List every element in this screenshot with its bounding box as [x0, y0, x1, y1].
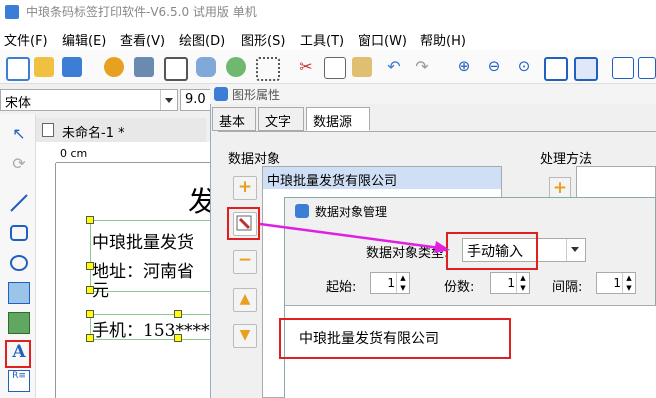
menu-view[interactable]: 查看(V) — [120, 30, 165, 49]
interval-spinner[interactable]: 1 ▲ ▼ — [596, 272, 636, 294]
properties-title: 图形属性 — [232, 88, 281, 102]
resize-handle[interactable] — [86, 216, 94, 224]
grid-icon[interactable] — [256, 57, 280, 81]
resize-handle[interactable] — [86, 286, 94, 294]
database-settings-icon[interactable] — [226, 57, 246, 77]
edit-button-highlight — [227, 207, 260, 240]
undo-icon[interactable]: ↶ — [384, 57, 404, 77]
copies-label: 份数: — [444, 280, 475, 295]
start-label: 起始: — [326, 280, 357, 295]
horizontal-ruler: 0 cm — [56, 145, 212, 163]
window-title: 中琅条码标签打印软件-V6.5.0 试用版 单机 — [26, 5, 257, 19]
text-tool-highlight — [5, 340, 31, 368]
group-icon[interactable] — [612, 57, 634, 79]
zoom-width-icon[interactable] — [574, 57, 598, 81]
cut-icon[interactable]: ✂ — [296, 57, 316, 77]
menu-file[interactable]: 文件(F) — [4, 30, 48, 49]
main-toolbar: ✂ ↶ ↷ ⊕ ⊖ ⊙ — [0, 50, 656, 84]
ungroup-icon[interactable] — [638, 57, 656, 79]
font-name-select[interactable]: 宋体 — [0, 89, 178, 111]
resize-handle[interactable] — [174, 334, 182, 342]
menu-window[interactable]: 窗口(W) — [358, 30, 407, 49]
move-down-icon[interactable]: ▼ — [233, 324, 257, 348]
label-address-wrap-text: 元 — [92, 281, 109, 301]
tab-basic[interactable]: 基本 — [212, 107, 256, 131]
font-size-value: 9.0 — [185, 92, 206, 107]
add-method-icon[interactable]: + — [549, 177, 571, 199]
save-icon[interactable] — [62, 57, 82, 77]
data-object-label: 数据对象 — [228, 152, 281, 167]
resize-handle[interactable] — [86, 310, 94, 318]
print-icon[interactable] — [134, 57, 154, 77]
data-object-type-label: 数据对象类型: — [366, 246, 449, 261]
type-select-highlight — [446, 232, 538, 270]
remove-data-object-icon[interactable]: − — [233, 250, 257, 274]
dialog-icon — [295, 204, 309, 218]
settings-icon[interactable] — [104, 57, 124, 77]
interval-label: 间隔: — [552, 280, 583, 295]
spinner-arrows-icon[interactable]: ▲ ▼ — [622, 273, 635, 293]
spinner-arrows-icon[interactable]: ▲ ▼ — [516, 273, 529, 293]
label-phone-text[interactable]: 手机：153**** — [92, 316, 209, 341]
ruler-zero-label: 0 cm — [60, 147, 88, 160]
line-tool-icon[interactable] — [8, 192, 30, 214]
interval-value: 1 — [613, 276, 621, 290]
list-item[interactable]: 中琅批量发货有限公司 — [263, 167, 501, 189]
rotate-icon[interactable]: ⟳ — [8, 154, 30, 176]
document-tab[interactable]: 未命名-1 * — [36, 118, 206, 142]
select-pointer-icon[interactable]: ↖ — [8, 124, 30, 146]
rectangle-tool-icon[interactable] — [8, 222, 30, 244]
label-company-text[interactable]: 中琅批量发货 — [92, 228, 194, 253]
app-icon — [5, 5, 19, 19]
chevron-down-icon[interactable] — [160, 90, 177, 110]
list-item-label: 中琅批量发货有限公司 — [267, 174, 398, 189]
chevron-down-icon[interactable] — [566, 239, 585, 261]
menu-help[interactable]: 帮助(H) — [420, 30, 466, 49]
zoom-in-icon[interactable]: ⊕ — [454, 57, 474, 77]
image-tool-icon[interactable] — [8, 282, 30, 304]
resize-handle[interactable] — [86, 334, 94, 342]
picture-tool-icon[interactable] — [8, 312, 30, 334]
content-highlight — [279, 318, 511, 359]
rich-text-tool-icon[interactable]: R≡ — [8, 370, 30, 392]
properties-icon — [214, 87, 228, 101]
font-size-select[interactable]: 9.0 — [180, 89, 210, 111]
resize-handle[interactable] — [86, 262, 94, 270]
start-spinner[interactable]: 1 ▲ ▼ — [370, 272, 410, 294]
title-bar: 中琅条码标签打印软件-V6.5.0 试用版 单机 — [0, 0, 656, 26]
menu-tools[interactable]: 工具(T) — [300, 30, 344, 49]
document-tab-label: 未命名-1 * — [62, 126, 125, 141]
document-icon — [42, 123, 54, 137]
menu-bar: 文件(F) 编辑(E) 查看(V) 绘图(D) 图形(S) 工具(T) 窗口(W… — [0, 26, 656, 50]
tab-text[interactable]: 文字 — [258, 107, 304, 131]
menu-edit[interactable]: 编辑(E) — [62, 30, 106, 49]
database-icon[interactable] — [196, 57, 216, 77]
method-label: 处理方法 — [540, 152, 593, 167]
spinner-arrows-icon[interactable]: ▲ ▼ — [396, 273, 409, 293]
copies-spinner[interactable]: 1 ▲ ▼ — [490, 272, 530, 294]
copies-value: 1 — [507, 276, 515, 290]
paste-icon[interactable] — [352, 57, 372, 77]
print-preview-icon[interactable] — [164, 57, 188, 81]
tab-data-source[interactable]: 数据源 — [306, 107, 370, 131]
open-icon[interactable] — [34, 57, 54, 77]
font-name-value: 宋体 — [5, 96, 32, 111]
font-bar: 宋体 9.0 — [0, 86, 210, 114]
zoom-out-icon[interactable]: ⊖ — [484, 57, 504, 77]
copy-icon[interactable] — [324, 57, 346, 79]
vertical-ruler — [40, 163, 56, 398]
properties-title-bar: 图形属性 — [210, 84, 656, 104]
ellipse-tool-icon[interactable] — [8, 252, 30, 274]
redo-icon[interactable]: ↷ — [412, 57, 432, 77]
menu-draw[interactable]: 绘图(D) — [179, 30, 225, 49]
dialog-title: 数据对象管理 — [315, 205, 388, 219]
menu-shape[interactable]: 图形(S) — [241, 30, 285, 49]
new-icon[interactable] — [6, 57, 30, 81]
resize-handle[interactable] — [174, 310, 182, 318]
zoom-page-icon[interactable] — [544, 57, 568, 81]
zoom-fit-icon[interactable]: ⊙ — [514, 57, 534, 77]
move-up-icon[interactable]: ▲ — [233, 288, 257, 312]
add-data-object-icon[interactable]: + — [233, 176, 257, 200]
start-value: 1 — [387, 276, 395, 290]
